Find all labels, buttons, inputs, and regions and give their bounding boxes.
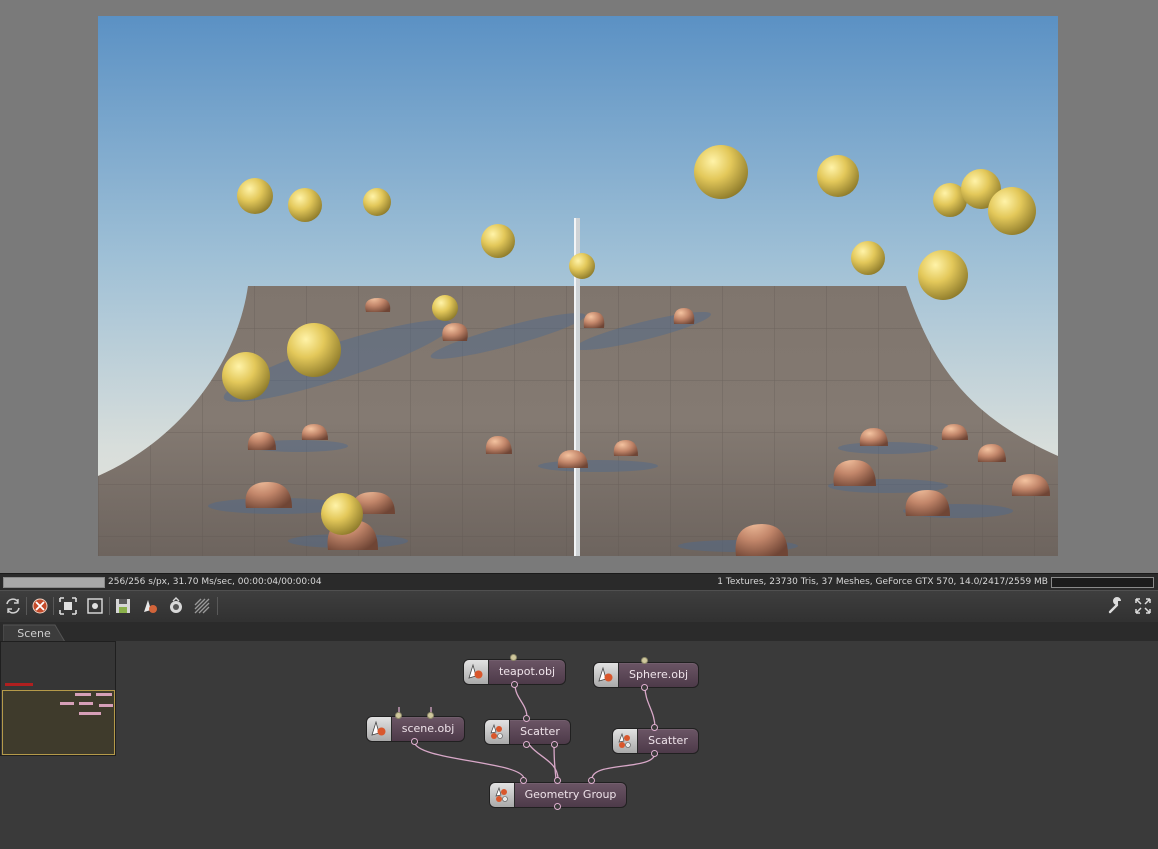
node-label: Scatter	[520, 725, 560, 738]
input-pin[interactable]	[523, 715, 530, 722]
fullscreen-icon[interactable]	[1134, 597, 1152, 615]
zoom-extents-icon[interactable]	[86, 597, 104, 615]
save-render-icon[interactable]	[114, 597, 132, 615]
toolbar-separator	[53, 597, 54, 615]
connection-wire	[413, 740, 525, 780]
scatter-node-icon	[613, 729, 638, 753]
tab-scene[interactable]: Scene	[3, 624, 65, 642]
node-graph-tabbar: Scene	[0, 622, 1158, 642]
status-bar: 256/256 s/px, 31.70 Ms/sec, 00:00:04/00:…	[0, 573, 1158, 590]
input-pin[interactable]	[588, 777, 595, 784]
toolbar-separator	[26, 597, 27, 615]
output-pin[interactable]	[551, 741, 558, 748]
input-pin[interactable]	[554, 777, 561, 784]
tab-scene-label: Scene	[17, 627, 51, 640]
connection-wire	[644, 686, 656, 729]
output-pin[interactable]	[523, 741, 530, 748]
output-pin[interactable]	[554, 803, 561, 810]
connection-wire	[514, 683, 528, 719]
output-pin[interactable]	[511, 681, 518, 688]
toolbar-separator	[217, 597, 218, 615]
node-graph-editor[interactable]: teapot.obj Sphere.obj scene.obj Scatter …	[0, 641, 1158, 849]
toolbar-separator	[109, 597, 110, 615]
file-input-pin[interactable]	[641, 657, 648, 664]
file-input-pin[interactable]	[427, 712, 434, 719]
wrench-icon[interactable]	[1107, 597, 1125, 615]
node-label: Scatter	[648, 734, 688, 747]
camera-view-icon[interactable]	[167, 597, 185, 615]
scene-statistics: 1 Textures, 23730 Tris, 37 Meshes, GeFor…	[717, 577, 1048, 587]
node-label: Sphere.obj	[628, 668, 689, 681]
memory-usage-bar	[1051, 577, 1154, 588]
mesh-node-icon	[464, 660, 489, 684]
render-statistics: 256/256 s/px, 31.70 Ms/sec, 00:00:04/00:…	[108, 577, 322, 587]
fit-view-icon[interactable]	[59, 597, 77, 615]
toolbar	[0, 590, 1158, 623]
settings-icon[interactable]	[193, 597, 211, 615]
mesh-node-icon	[367, 717, 392, 741]
node-label: scene.obj	[401, 722, 455, 735]
node-connections	[398, 657, 656, 780]
file-input-pin[interactable]	[395, 712, 402, 719]
output-pin[interactable]	[651, 750, 658, 757]
scatter-node-icon	[485, 720, 510, 744]
file-input-pin[interactable]	[510, 654, 517, 661]
input-pin[interactable]	[520, 777, 527, 784]
scatter-node-icon	[490, 783, 515, 807]
sync-reload-icon[interactable]	[4, 597, 22, 615]
rendered-image	[98, 16, 1058, 556]
output-pin[interactable]	[411, 738, 418, 745]
mesh-node-icon	[594, 663, 619, 687]
render-progress-fill	[4, 578, 104, 587]
input-pin[interactable]	[651, 724, 658, 731]
add-mesh-icon[interactable]	[141, 597, 159, 615]
output-pin[interactable]	[641, 684, 648, 691]
node-label: teapot.obj	[498, 665, 556, 678]
node-label: Geometry Group	[524, 788, 617, 801]
stop-render-icon[interactable]	[31, 597, 49, 615]
render-viewport[interactable]	[0, 0, 1158, 573]
connection-wire	[591, 752, 656, 780]
render-progress-bar	[3, 577, 105, 588]
